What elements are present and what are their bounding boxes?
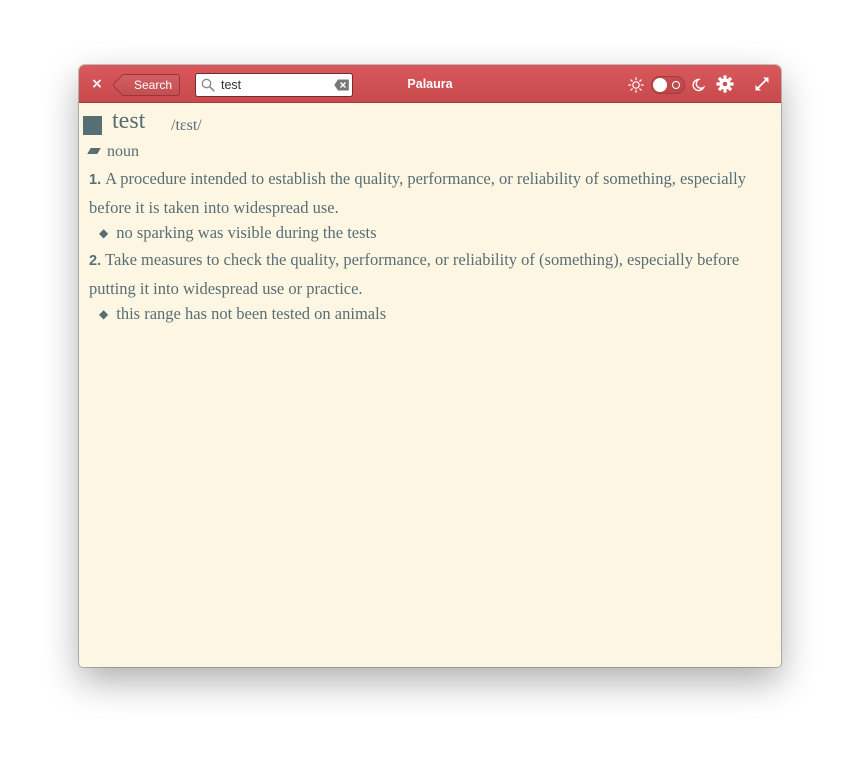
gear-icon[interactable]: [716, 75, 734, 93]
toggle-knob: [653, 78, 667, 92]
headerbar: × Search Palaura: [79, 65, 781, 103]
definition-number: 2.: [89, 253, 102, 269]
definition-1: 1. A procedure intended to establish the …: [89, 165, 749, 221]
dark-mode-toggle[interactable]: [651, 76, 685, 94]
example-text: no sparking was visible during the tests: [116, 223, 377, 242]
clear-icon[interactable]: [334, 79, 349, 91]
example-2: ◆ this range has not been tested on anima…: [99, 300, 386, 328]
definition-text: A procedure intended to establish the qu…: [89, 169, 746, 217]
close-icon[interactable]: ×: [87, 74, 107, 94]
search-box[interactable]: [195, 73, 353, 97]
definition-number: 1.: [89, 172, 102, 188]
word-marker-icon: [83, 116, 102, 135]
definition-text: Take measures to check the quality, perf…: [89, 250, 740, 298]
example-1: ◆ no sparking was visible during the test…: [99, 219, 377, 247]
search-icon: [201, 78, 215, 92]
sun-icon: [628, 77, 644, 93]
part-of-speech-row: noun: [87, 141, 139, 161]
definition-2: 2. Take measures to check the quality, pe…: [89, 246, 749, 302]
word: test: [112, 108, 146, 134]
search-input[interactable]: [221, 77, 326, 93]
parallelogram-icon: [87, 148, 101, 154]
app-window: × Search Palaura: [79, 65, 781, 667]
example-text: this range has not been tested on animal…: [116, 304, 387, 323]
moon-icon: [692, 78, 705, 92]
definition-view: test /tɛst/ noun 1. A procedure intended …: [79, 103, 781, 667]
diamond-bullet-icon: ◆: [99, 226, 109, 240]
back-button[interactable]: Search: [122, 74, 181, 96]
diamond-bullet-icon: ◆: [99, 307, 109, 321]
expand-icon[interactable]: [755, 77, 769, 91]
phonetic: /tɛst/: [171, 117, 202, 134]
part-of-speech: noun: [107, 143, 139, 160]
back-button-label: Search: [134, 78, 173, 92]
toggle-off-indicator: [672, 81, 680, 89]
